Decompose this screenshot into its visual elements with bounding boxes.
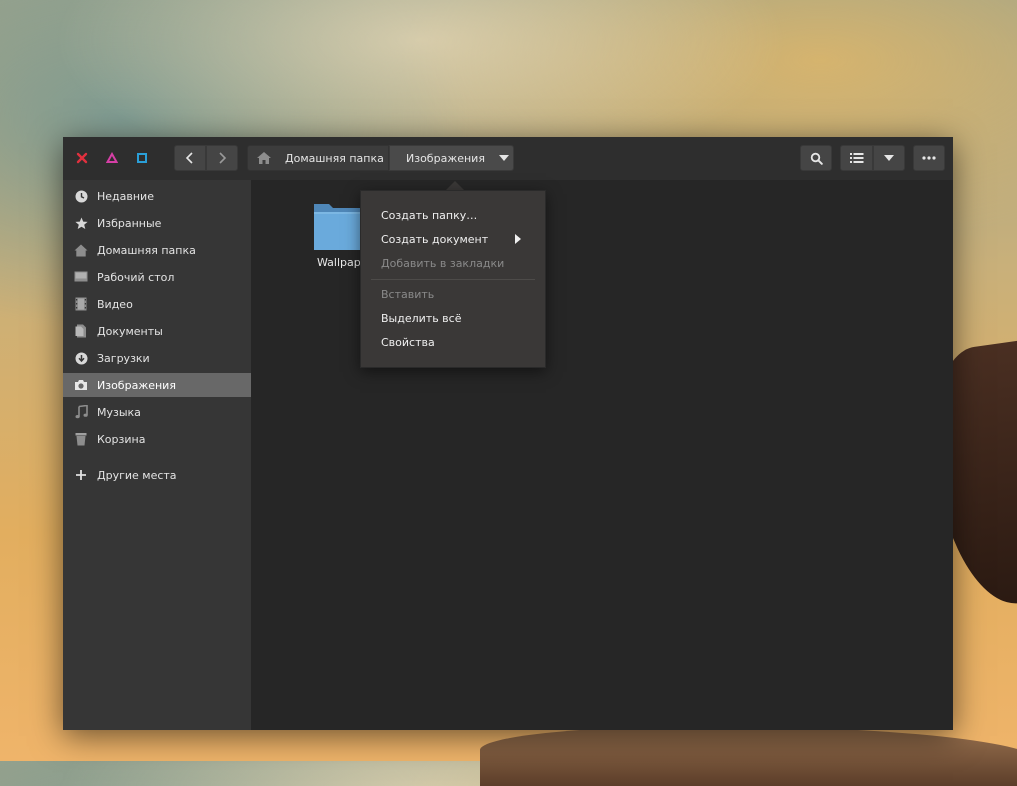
sidebar-item-trash[interactable]: Корзина xyxy=(63,427,251,451)
breadcrumb-home[interactable]: Домашняя папка xyxy=(247,145,389,171)
sidebar-item-label: Корзина xyxy=(97,432,146,446)
menu-item-paste[interactable]: Вставить xyxy=(381,288,434,301)
menu-button[interactable] xyxy=(913,145,945,171)
breadcrumb-current[interactable]: Изображения xyxy=(389,145,514,171)
context-menu: Создать папку… Создать документ Добавить… xyxy=(360,190,546,368)
sidebar-item-label: Изображения xyxy=(97,378,176,392)
file-view: Wallpap xyxy=(251,180,953,730)
search-icon xyxy=(810,152,823,165)
sidebar-item-label: Документы xyxy=(97,324,163,338)
menu-item-select-all[interactable]: Выделить всё xyxy=(381,312,461,325)
triangle-right-icon xyxy=(515,234,521,244)
folder-label: Wallpap xyxy=(317,256,361,269)
forward-button[interactable] xyxy=(206,145,238,171)
document-icon xyxy=(74,324,88,338)
menu-separator xyxy=(371,279,535,280)
view-options-button[interactable] xyxy=(873,145,905,171)
sidebar-item-videos[interactable]: Видео xyxy=(63,292,251,316)
view-list-button[interactable] xyxy=(840,145,873,171)
film-icon xyxy=(74,297,88,311)
triangle-icon xyxy=(106,152,118,163)
menu-item-label: Создать документ xyxy=(381,233,489,246)
sidebar-item-pictures[interactable]: Изображения xyxy=(63,373,251,397)
clock-icon xyxy=(74,189,88,203)
minimize-button[interactable] xyxy=(105,151,119,165)
music-icon xyxy=(74,405,88,419)
sidebar-item-label: Домашняя папка xyxy=(97,243,196,257)
headerbar: Домашняя папка Изображения xyxy=(63,137,953,181)
sidebar-item-other-places[interactable]: Другие места xyxy=(63,463,251,487)
sidebar-item-label: Другие места xyxy=(97,468,177,482)
sidebar-item-documents[interactable]: Документы xyxy=(63,319,251,343)
chevron-down-icon xyxy=(884,155,894,161)
desktop-icon xyxy=(74,270,88,284)
download-icon xyxy=(74,351,88,365)
chevron-down-icon xyxy=(498,155,509,161)
breadcrumb-current-label: Изображения xyxy=(406,151,485,165)
background-rock-bottom xyxy=(480,726,1017,786)
search-button[interactable] xyxy=(800,145,832,171)
back-button[interactable] xyxy=(174,145,206,171)
sidebar: Недавние Избранные Домашняя папка Рабочи… xyxy=(63,180,251,730)
sidebar-item-desktop[interactable]: Рабочий стол xyxy=(63,265,251,289)
menu-item-add-bookmark[interactable]: Добавить в закладки xyxy=(381,257,504,270)
square-icon xyxy=(137,153,147,163)
sidebar-item-music[interactable]: Музыка xyxy=(63,400,251,424)
sidebar-item-home[interactable]: Домашняя папка xyxy=(63,238,251,262)
home-icon xyxy=(257,152,271,164)
list-icon xyxy=(849,153,863,163)
sidebar-item-recent[interactable]: Недавние xyxy=(63,184,251,208)
plus-icon xyxy=(74,468,88,482)
folder-item[interactable] xyxy=(313,202,361,252)
sidebar-item-label: Рабочий стол xyxy=(97,270,175,284)
more-horizontal-icon xyxy=(922,156,936,160)
trash-icon xyxy=(74,432,88,446)
sidebar-item-label: Избранные xyxy=(97,216,162,230)
chevron-right-icon xyxy=(219,152,227,164)
folder-icon xyxy=(314,204,360,250)
sidebar-item-starred[interactable]: Избранные xyxy=(63,211,251,235)
close-button[interactable] xyxy=(75,151,89,165)
chevron-left-icon xyxy=(185,152,193,164)
sidebar-item-label: Музыка xyxy=(97,405,141,419)
star-icon xyxy=(74,216,88,230)
breadcrumb-home-label: Домашняя папка xyxy=(285,151,384,165)
sidebar-item-downloads[interactable]: Загрузки xyxy=(63,346,251,370)
context-menu-arrow xyxy=(446,181,464,190)
menu-item-properties[interactable]: Свойства xyxy=(381,336,435,349)
x-icon xyxy=(76,152,88,164)
menu-item-new-folder[interactable]: Создать папку… xyxy=(381,209,477,222)
menu-item-new-document[interactable]: Создать документ xyxy=(381,233,525,246)
sidebar-item-label: Видео xyxy=(97,297,133,311)
sidebar-item-label: Недавние xyxy=(97,189,154,203)
camera-icon xyxy=(74,378,88,392)
maximize-button[interactable] xyxy=(135,151,149,165)
home-icon xyxy=(74,243,88,257)
sidebar-item-label: Загрузки xyxy=(97,351,150,365)
